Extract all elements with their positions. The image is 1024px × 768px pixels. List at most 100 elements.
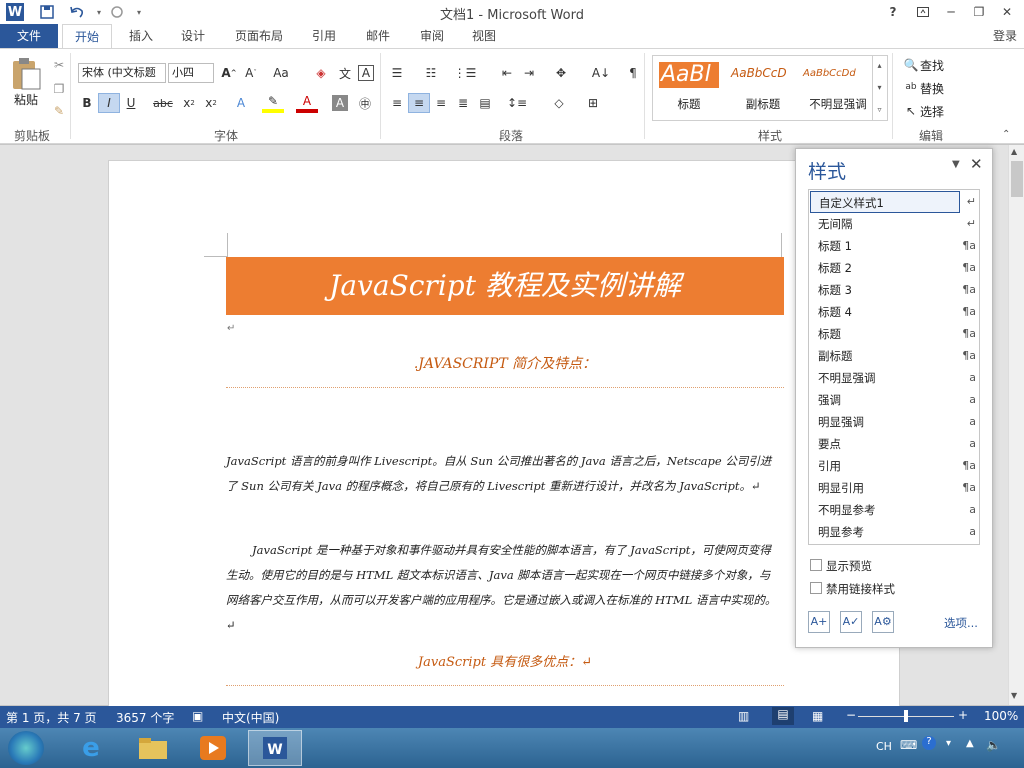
paste-button[interactable]: 粘贴 [8, 91, 44, 108]
sort-icon[interactable]: A↓ [590, 63, 612, 83]
chinese-layout-icon[interactable]: ✥ [550, 63, 572, 83]
subscript-icon[interactable]: x2 [178, 93, 200, 113]
web-layout-icon[interactable]: ▦ [812, 709, 823, 723]
strikethrough-icon[interactable]: abc [152, 93, 174, 113]
tab-view[interactable]: 视图 [462, 24, 506, 48]
phonetic-guide-icon[interactable]: 文 [334, 63, 356, 83]
tab-review[interactable]: 审阅 [410, 24, 454, 48]
tab-insert[interactable]: 插入 [118, 24, 164, 48]
disable-linked-styles-checkbox[interactable] [810, 582, 822, 594]
style-gallery-item[interactable]: AaBbCcDd [803, 68, 873, 79]
collapse-ribbon-icon[interactable]: ⌃ [1002, 129, 1010, 140]
decrease-indent-icon[interactable]: ⇤ [496, 63, 518, 83]
gallery-scroll-icon[interactable]: ▴ ▾ ▿ [872, 55, 886, 121]
help-button[interactable]: ? [880, 2, 906, 22]
close-icon[interactable]: ✕ [994, 2, 1020, 22]
format-painter-icon[interactable]: ✎ [48, 101, 70, 121]
style-list-item[interactable]: 标题 3 [810, 279, 960, 301]
style-list-item[interactable]: 引用 [810, 455, 960, 477]
print-layout-icon[interactable]: ▤ [772, 707, 794, 725]
scroll-up-icon[interactable]: ▲ [1011, 147, 1017, 156]
superscript-icon[interactable]: x2 [200, 93, 222, 113]
shading-icon[interactable]: ◇ [548, 93, 570, 113]
tab-file[interactable]: 文件 [0, 24, 58, 48]
document-page[interactable]: JavaScript 教程及实例讲解 ↵ .JAVASCRIPT 简介及特点： … [108, 160, 900, 720]
media-player-icon[interactable] [186, 730, 240, 766]
italic-icon[interactable]: I [98, 93, 120, 113]
word-taskbar-icon[interactable]: W [248, 730, 302, 766]
style-list-item[interactable]: 副标题 [810, 345, 960, 367]
style-list-item[interactable]: 自定义样式1 [810, 191, 960, 213]
options-link[interactable]: 选项... [944, 615, 978, 631]
show-hidden-icons-icon[interactable]: ▲ [966, 738, 974, 749]
select-button[interactable]: 选择 [920, 103, 944, 120]
style-inspector-icon[interactable]: A✓ [840, 611, 862, 633]
style-list-item[interactable]: 无间隔 [810, 213, 960, 235]
page-count[interactable]: 第 1 页，共 7 页 [6, 709, 97, 726]
style-list-item[interactable]: 标题 1 [810, 235, 960, 257]
new-style-icon[interactable]: A+ [808, 611, 830, 633]
align-left-icon[interactable]: ≡ [386, 93, 408, 113]
select-icon[interactable]: ↖ [900, 101, 922, 121]
paragraph-2[interactable]: JavaScript 是一种基于对象和事件驱动并具有安全性能的脚本语言，有了 J… [226, 538, 778, 638]
style-list-item[interactable]: 明显引用 [810, 477, 960, 499]
numbering-icon[interactable]: ☷ [420, 63, 442, 83]
replace-icon[interactable]: ab [900, 77, 922, 97]
internet-explorer-icon[interactable]: e [64, 730, 118, 766]
help-tray-icon[interactable]: ? [922, 736, 936, 750]
style-list-item[interactable]: 不明显强调 [810, 367, 960, 389]
title-banner[interactable]: JavaScript 教程及实例讲解 [226, 257, 784, 315]
paragraph-1[interactable]: JavaScript 语言的前身叫作 Livescript。自从 Sun 公司推… [226, 449, 778, 499]
keyboard-icon[interactable]: ⌨ [900, 738, 917, 752]
text-effects-icon[interactable]: A [230, 93, 252, 113]
shrink-font-icon[interactable]: Aˇ [240, 63, 262, 83]
heading-advantages[interactable]: JavaScript 具有很多优点：↵ [226, 651, 784, 670]
show-hide-marks-icon[interactable]: ¶ [622, 63, 644, 83]
style-list-item[interactable]: 明显参考 [810, 521, 960, 543]
font-name-combobox[interactable]: 宋体 (中文标题 [78, 63, 166, 83]
find-icon[interactable]: 🔍 [900, 55, 922, 75]
align-right-icon[interactable]: ≡ [430, 93, 452, 113]
grow-font-icon[interactable]: A ^ [218, 63, 240, 83]
style-list-item[interactable]: 要点 [810, 433, 960, 455]
zoom-out-icon[interactable]: − [846, 708, 856, 722]
font-size-combobox[interactable]: 小四 [168, 63, 214, 83]
distributed-icon[interactable]: ▤ [474, 93, 496, 113]
language-indicator[interactable]: 中文(中国) [222, 709, 279, 726]
heading-intro[interactable]: .JAVASCRIPT 简介及特点： [226, 353, 784, 373]
show-preview-checkbox[interactable] [810, 559, 822, 571]
style-list-item[interactable]: 强调 [810, 389, 960, 411]
tab-home[interactable]: 开始 [62, 24, 112, 49]
vertical-scrollbar[interactable]: ▲ ▼ [1008, 145, 1024, 705]
character-shading-icon[interactable]: A [332, 95, 348, 111]
start-button[interactable] [8, 731, 44, 765]
input-language-indicator[interactable]: CH [876, 740, 892, 753]
tab-references[interactable]: 引用 [302, 24, 346, 48]
style-list-item[interactable]: 标题 [810, 323, 960, 345]
style-gallery-item[interactable]: AaBbCcD [731, 66, 795, 80]
increase-indent-icon[interactable]: ⇥ [518, 63, 540, 83]
restore-icon[interactable]: ❐ [966, 2, 992, 22]
style-list-item[interactable]: 标题 4 [810, 301, 960, 323]
font-color-icon[interactable]: A [296, 93, 318, 113]
proofing-icon[interactable]: ▣ [192, 709, 203, 723]
style-list-item[interactable]: 不明显参考 [810, 499, 960, 521]
align-center-icon[interactable]: ≡ [408, 93, 430, 113]
enclose-characters-icon[interactable]: ㊥ [354, 93, 376, 113]
style-gallery-item[interactable]: AaBl [659, 62, 719, 88]
read-mode-icon[interactable]: ▥ [738, 709, 749, 723]
volume-icon[interactable]: 🔈 [986, 738, 1001, 752]
tray-settings-icon[interactable]: ▾ [946, 738, 951, 749]
tab-mailings[interactable]: 邮件 [356, 24, 400, 48]
style-list-item[interactable]: 标题 2 [810, 257, 960, 279]
paste-icon[interactable] [8, 55, 42, 91]
file-explorer-icon[interactable] [126, 730, 180, 766]
clear-formatting-icon[interactable]: ◈ [310, 63, 332, 83]
highlight-icon[interactable]: ✎ [262, 93, 284, 113]
tab-design[interactable]: 设计 [170, 24, 216, 48]
underline-icon[interactable]: U [120, 93, 142, 113]
bold-icon[interactable]: B [76, 93, 98, 113]
find-button[interactable]: 查找 [920, 57, 944, 74]
zoom-slider-thumb[interactable] [904, 710, 908, 722]
style-list-item[interactable]: 明显强调 [810, 411, 960, 433]
